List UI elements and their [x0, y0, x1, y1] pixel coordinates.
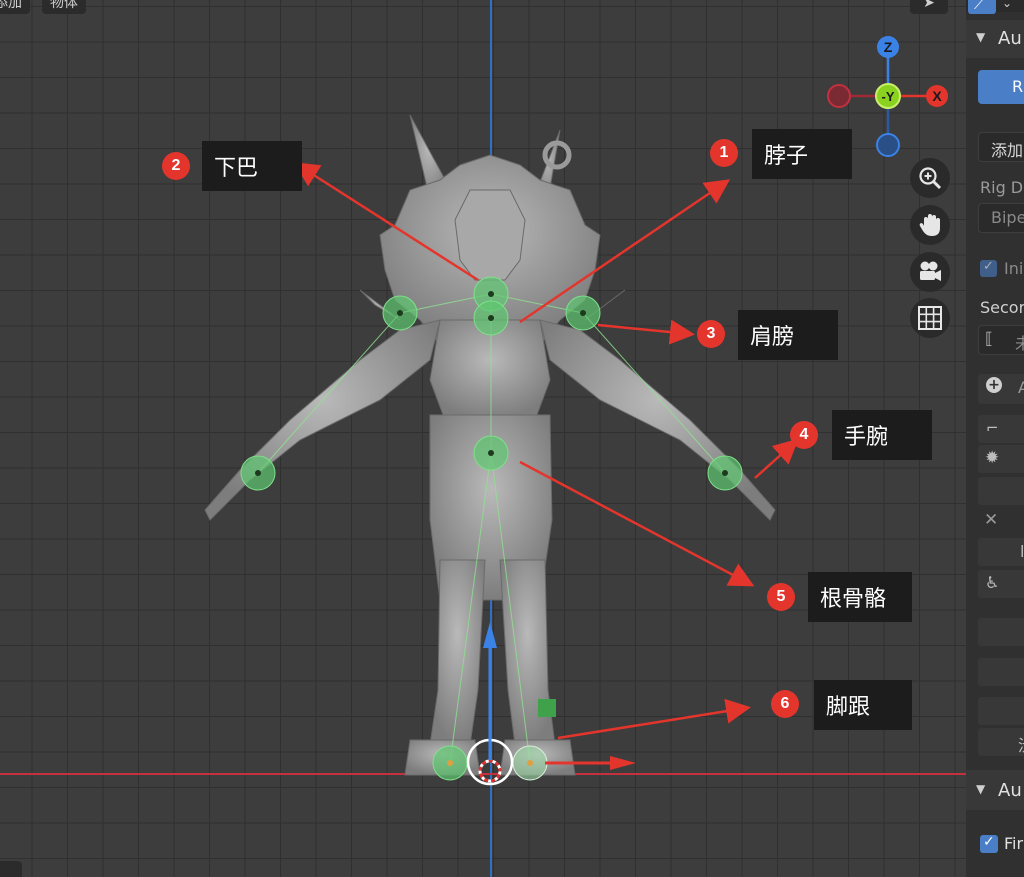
zoom-button[interactable] — [910, 158, 950, 198]
annotation-label-chin: 下巴 — [202, 141, 302, 191]
tool-row-10-label: 渋 — [1018, 732, 1024, 756]
secondary-field[interactable]: ⟦ 未 — [978, 325, 1024, 355]
checkmark-icon: ✓ — [983, 259, 994, 274]
bone-select-icon: ⌐ — [986, 419, 999, 437]
tool-row-9[interactable] — [978, 697, 1024, 725]
init-checkbox[interactable]: ✓ — [980, 259, 997, 277]
label-text: 肩膀 — [750, 325, 795, 350]
settings-gear-icon: ✹ — [985, 448, 1000, 468]
bone-chain-icon: ⟦ — [985, 329, 993, 348]
annotation-label-heel: 脚跟 — [814, 680, 912, 730]
panel-section-title-2: Au — [998, 780, 1022, 801]
tool-row-8[interactable] — [978, 658, 1024, 686]
annotation-label-wrist: 手腕 — [832, 410, 932, 460]
annotation-badge-5: 5 — [767, 583, 795, 611]
tool-row-10[interactable]: 渋 — [978, 728, 1024, 756]
label-text: 脖子 — [764, 144, 809, 169]
badge-number: 2 — [171, 157, 181, 174]
tool-row-5-label: l — [1020, 542, 1024, 561]
primary-action-label: R — [1012, 77, 1024, 96]
secondary-label: Secor — [980, 298, 1024, 317]
annotation-badge-3: 3 — [697, 320, 725, 348]
zoom-icon — [919, 167, 942, 190]
init-checkbox-label: Ini — [1004, 259, 1024, 278]
label-text: 脚跟 — [826, 695, 871, 720]
rig-definition-field[interactable]: Bipe — [978, 203, 1024, 233]
camera-view-button[interactable] — [910, 252, 950, 292]
label-text: 手腕 — [844, 425, 889, 450]
gizmo-neg-z-axis[interactable] — [876, 133, 900, 157]
gizmo-x-label: X — [932, 88, 942, 104]
first-checkbox-label: Fir — [1004, 834, 1024, 853]
panel-section-header-1[interactable]: ▼ Au — [966, 20, 1024, 58]
corner-widget[interactable] — [0, 861, 22, 877]
gizmo-neg-y-axis[interactable]: -Y — [875, 83, 901, 109]
label-text: 根骨骼 — [820, 587, 887, 612]
annotation-badge-1: 1 — [710, 139, 738, 167]
add-dropdown[interactable]: 添加 — [978, 132, 1024, 162]
tool-row-7[interactable] — [978, 618, 1024, 646]
panel-section-title-1: Au — [998, 28, 1022, 49]
add-item-label: A — [1018, 378, 1024, 397]
annotation-label-shoulder: 肩膀 — [738, 310, 838, 360]
add-item-button[interactable]: + A — [978, 374, 1024, 404]
annotation-label-root-bone: 根骨骼 — [808, 572, 912, 622]
annotation-badge-2: 2 — [162, 152, 190, 180]
badge-number: 5 — [776, 588, 786, 605]
plus-circle-icon: + — [986, 377, 1002, 393]
secondary-field-value: 未 — [1015, 334, 1024, 353]
badge-number: 1 — [719, 144, 729, 161]
tool-row-2[interactable]: ✹ — [978, 445, 1024, 473]
properties-side-panel: ⟋ ⌄ ▼ Au R 添加 Rig D Bipe ✓ Ini Secor ⟦ 未… — [966, 0, 1024, 877]
rig-mode-button[interactable]: ⟋ — [968, 0, 996, 14]
rig-definition-label: Rig D — [980, 178, 1024, 197]
close-icon: ✕ — [984, 510, 999, 530]
tool-row-1[interactable]: ⌐ — [978, 415, 1024, 443]
mode-dropdown-chevron-icon[interactable]: ⌄ — [1002, 0, 1012, 10]
label-text: 下巴 — [214, 156, 259, 181]
3d-viewport[interactable]: 添加 物体 ➤ 1 脖子 2 下巴 3 肩膀 4 手腕 5 根骨骼 6 脚跟 Z… — [0, 0, 966, 877]
collapse-triangle-icon: ▼ — [976, 782, 986, 796]
rig-definition-value: Bipe — [991, 208, 1024, 227]
badge-number: 6 — [780, 695, 790, 712]
annotation-badge-6: 6 — [771, 690, 799, 718]
tool-row-4[interactable]: ✕ — [978, 507, 1024, 535]
panel-section-header-2[interactable]: ▼ Au — [966, 770, 1024, 810]
ortho-toggle-button[interactable] — [910, 298, 950, 338]
tool-row-6[interactable]: ♿ — [978, 570, 1024, 598]
gizmo-y-label: -Y — [882, 89, 895, 104]
badge-number: 4 — [799, 426, 809, 443]
armature-icon: ⟋ — [974, 0, 984, 13]
navigation-gizmo[interactable]: Z X -Y — [818, 30, 958, 170]
tool-row-3[interactable] — [978, 477, 1024, 505]
annotation-badge-4: 4 — [790, 421, 818, 449]
hand-icon — [919, 214, 940, 236]
pan-button[interactable] — [910, 205, 950, 245]
primary-action-button[interactable]: R — [978, 70, 1024, 104]
checkmark-icon: ✓ — [983, 834, 995, 850]
tool-row-5[interactable]: l — [978, 538, 1024, 566]
collapse-triangle-icon: ▼ — [976, 30, 986, 44]
first-checkbox[interactable]: ✓ — [980, 834, 998, 853]
grid-icon — [918, 306, 942, 330]
badge-number: 3 — [706, 325, 716, 342]
gizmo-z-label: Z — [884, 39, 893, 55]
gizmo-z-axis[interactable]: Z — [877, 36, 899, 58]
gizmo-neg-x-axis[interactable] — [827, 84, 851, 108]
add-dropdown-label: 添加 — [991, 141, 1024, 160]
camera-icon — [920, 261, 941, 281]
pose-figure-icon: ♿ — [985, 573, 1000, 592]
gizmo-x-axis[interactable]: X — [926, 85, 948, 107]
